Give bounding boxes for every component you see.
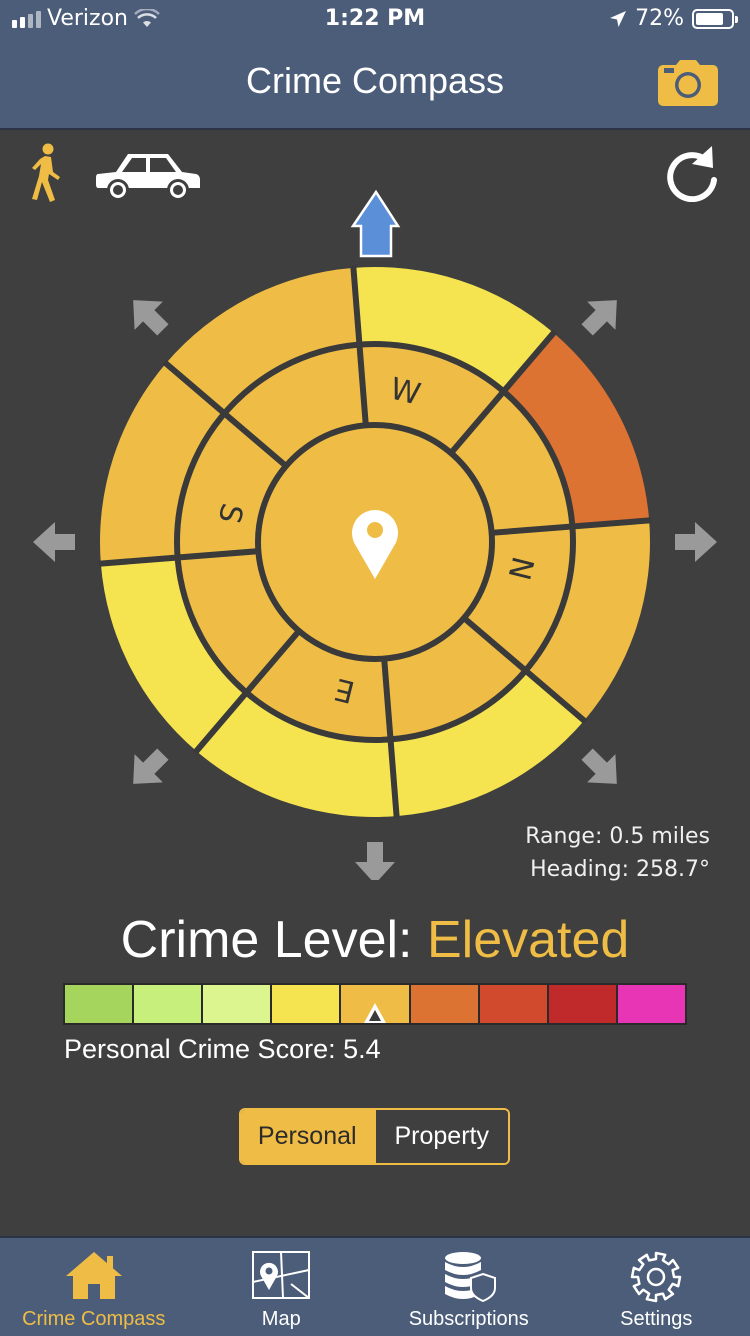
arrow-south-icon <box>355 842 395 880</box>
battery-icon <box>692 9 734 29</box>
crime-compass-dial: W S N E <box>0 180 750 880</box>
arrow-west-icon <box>33 522 75 562</box>
app-header: Verizon 1:22 PM 72% Crime Compass <box>0 0 750 130</box>
crime-type-toggle: Personal Property <box>239 1108 510 1165</box>
gear-icon <box>626 1250 686 1304</box>
tab-label: Crime Compass <box>0 1308 188 1331</box>
scale-marker-icon <box>364 1003 386 1023</box>
crime-level-label: Crime Level: <box>121 911 413 969</box>
subscriptions-icon <box>439 1250 499 1302</box>
tab-label: Subscriptions <box>375 1308 563 1331</box>
heading-text: Heading: 258.7° <box>525 853 710 886</box>
arrow-east-icon <box>675 522 717 562</box>
crime-score-text: Personal Crime Score: 5.4 <box>64 1034 381 1065</box>
tab-label: Settings <box>563 1308 750 1331</box>
arrow-north-west-icon <box>119 286 177 344</box>
tab-map[interactable]: Map <box>188 1238 376 1336</box>
arrow-south-west-icon <box>119 740 177 798</box>
home-icon <box>64 1250 124 1300</box>
scale-segment <box>203 985 270 1023</box>
status-bar: Verizon 1:22 PM 72% <box>0 0 750 40</box>
scale-segment <box>549 985 616 1023</box>
scale-segment <box>411 985 478 1023</box>
scale-segment <box>272 985 339 1023</box>
property-toggle-button[interactable]: Property <box>374 1110 509 1163</box>
scale-segment <box>618 985 685 1023</box>
tab-bar: Crime Compass Map Subscriptions Settings <box>0 1236 750 1336</box>
crime-scale-bar <box>63 983 687 1025</box>
tab-crime-compass[interactable]: Crime Compass <box>0 1238 188 1336</box>
location-arrow-icon <box>609 10 627 28</box>
range-text: Range: 0.5 miles <box>525 820 710 853</box>
page-title: Crime Compass <box>0 60 750 102</box>
arrow-south-east-icon <box>573 740 631 798</box>
personal-toggle-button[interactable]: Personal <box>241 1110 374 1163</box>
tab-settings[interactable]: Settings <box>563 1238 750 1336</box>
heading-pointer-icon <box>353 192 398 256</box>
map-icon <box>251 1250 311 1300</box>
tab-subscriptions[interactable]: Subscriptions <box>375 1238 563 1336</box>
scale-segment <box>480 985 547 1023</box>
arrow-north-east-icon <box>573 286 631 344</box>
crime-level-value: Elevated <box>427 911 629 969</box>
compass-readout: Range: 0.5 miles Heading: 258.7° <box>525 820 710 886</box>
status-right: 72% <box>609 6 734 31</box>
scale-segment <box>65 985 132 1023</box>
scale-segment <box>134 985 201 1023</box>
battery-percent: 72% <box>635 6 684 31</box>
crime-level-heading: Crime Level: Elevated <box>0 910 750 970</box>
scale-segment <box>341 985 408 1023</box>
tab-label: Map <box>188 1308 376 1331</box>
camera-button[interactable] <box>656 60 720 106</box>
